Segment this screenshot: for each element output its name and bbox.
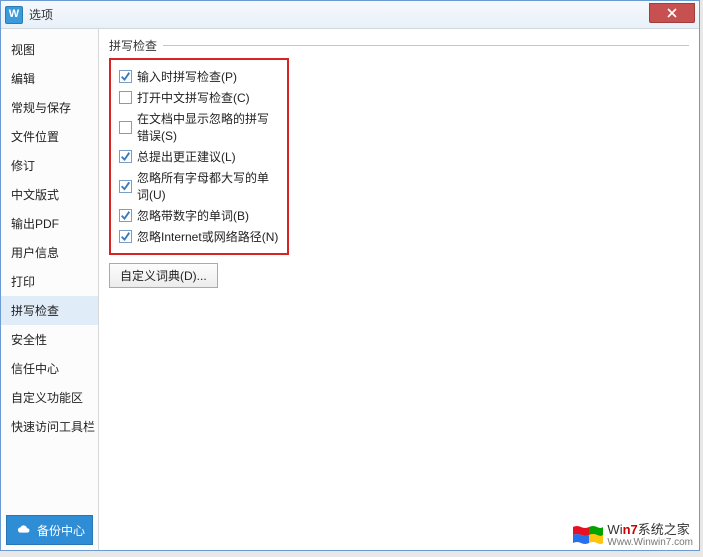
checkbox-row[interactable]: 输入时拼写检查(P) <box>119 66 279 87</box>
checkbox-ignore-uppercase[interactable] <box>119 180 132 193</box>
window-title: 选项 <box>29 6 53 23</box>
checkbox-row[interactable]: 忽略Internet或网络路径(N) <box>119 226 279 247</box>
section-title: 拼写检查 <box>109 37 157 54</box>
sidebar-item-security[interactable]: 安全性 <box>1 325 98 354</box>
highlight-box: 输入时拼写检查(P) 打开中文拼写检查(C) 在文档中显示忽略的拼写错误(S) … <box>109 58 289 255</box>
sidebar-item-edit[interactable]: 编辑 <box>1 64 98 93</box>
cloud-icon <box>17 523 31 537</box>
dialog-body: 视图 编辑 常规与保存 文件位置 修订 中文版式 输出PDF 用户信息 打印 拼… <box>1 29 699 550</box>
sidebar: 视图 编辑 常规与保存 文件位置 修订 中文版式 输出PDF 用户信息 打印 拼… <box>1 29 99 550</box>
checkbox-row[interactable]: 总提出更正建议(L) <box>119 146 279 167</box>
checkbox-row[interactable]: 忽略带数字的单词(B) <box>119 205 279 226</box>
watermark-title: Win7系统之家 <box>607 523 693 537</box>
checkbox-label: 在文档中显示忽略的拼写错误(S) <box>137 110 279 144</box>
checkbox-ignore-numbers[interactable] <box>119 209 132 222</box>
watermark-red: n7 <box>623 522 638 537</box>
watermark: Win7系统之家 Www.Winwin7.com <box>571 523 693 548</box>
checkbox-row[interactable]: 忽略所有字母都大写的单词(U) <box>119 167 279 205</box>
checkbox-chinese-spellcheck[interactable] <box>119 91 132 104</box>
checkbox-label: 忽略所有字母都大写的单词(U) <box>137 169 279 203</box>
sidebar-item-spellcheck[interactable]: 拼写检查 <box>1 296 98 325</box>
sidebar-item-print[interactable]: 打印 <box>1 267 98 296</box>
backup-center-button[interactable]: 备份中心 <box>6 515 93 545</box>
sidebar-item-view[interactable]: 视图 <box>1 35 98 64</box>
checkbox-spellcheck-typing[interactable] <box>119 70 132 83</box>
checkbox-row[interactable]: 在文档中显示忽略的拼写错误(S) <box>119 108 279 146</box>
sidebar-item-quick-access-toolbar[interactable]: 快速访问工具栏 <box>1 412 98 441</box>
options-dialog: W 选项 视图 编辑 常规与保存 文件位置 修订 中文版式 输出PDF 用户信息… <box>0 0 700 551</box>
close-button[interactable] <box>649 3 695 23</box>
app-icon: W <box>5 6 23 24</box>
checkbox-ignore-internet-paths[interactable] <box>119 230 132 243</box>
checkbox-row[interactable]: 打开中文拼写检查(C) <box>119 87 279 108</box>
content-pane: 拼写检查 输入时拼写检查(P) 打开中文拼写检查(C) 在文档中显示忽略的拼写错… <box>99 29 699 550</box>
section-header: 拼写检查 <box>109 37 689 54</box>
watermark-url: Www.Winwin7.com <box>607 537 693 548</box>
checkbox-label: 输入时拼写检查(P) <box>137 68 237 85</box>
checkbox-suggest-corrections[interactable] <box>119 150 132 163</box>
sidebar-item-trust-center[interactable]: 信任中心 <box>1 354 98 383</box>
titlebar: W 选项 <box>1 1 699 29</box>
sidebar-item-user-info[interactable]: 用户信息 <box>1 238 98 267</box>
checkbox-show-ignored-errors[interactable] <box>119 121 132 134</box>
checkbox-label: 忽略Internet或网络路径(N) <box>137 228 278 245</box>
sidebar-item-revision[interactable]: 修订 <box>1 151 98 180</box>
checkbox-label: 忽略带数字的单词(B) <box>137 207 249 224</box>
sidebar-item-output-pdf[interactable]: 输出PDF <box>1 209 98 238</box>
sidebar-item-customize-ribbon[interactable]: 自定义功能区 <box>1 383 98 412</box>
custom-dictionary-button[interactable]: 自定义词典(D)... <box>109 263 218 288</box>
windows-flag-icon <box>571 523 603 547</box>
checkbox-label: 打开中文拼写检查(C) <box>137 89 250 106</box>
sidebar-item-file-location[interactable]: 文件位置 <box>1 122 98 151</box>
checkbox-label: 总提出更正建议(L) <box>137 148 236 165</box>
watermark-suffix: 系统之家 <box>638 522 690 537</box>
section-divider <box>163 45 689 46</box>
watermark-prefix: Wi <box>607 522 622 537</box>
sidebar-item-general-save[interactable]: 常规与保存 <box>1 93 98 122</box>
close-icon <box>667 8 677 18</box>
sidebar-item-chinese-layout[interactable]: 中文版式 <box>1 180 98 209</box>
backup-center-label: 备份中心 <box>37 522 85 539</box>
